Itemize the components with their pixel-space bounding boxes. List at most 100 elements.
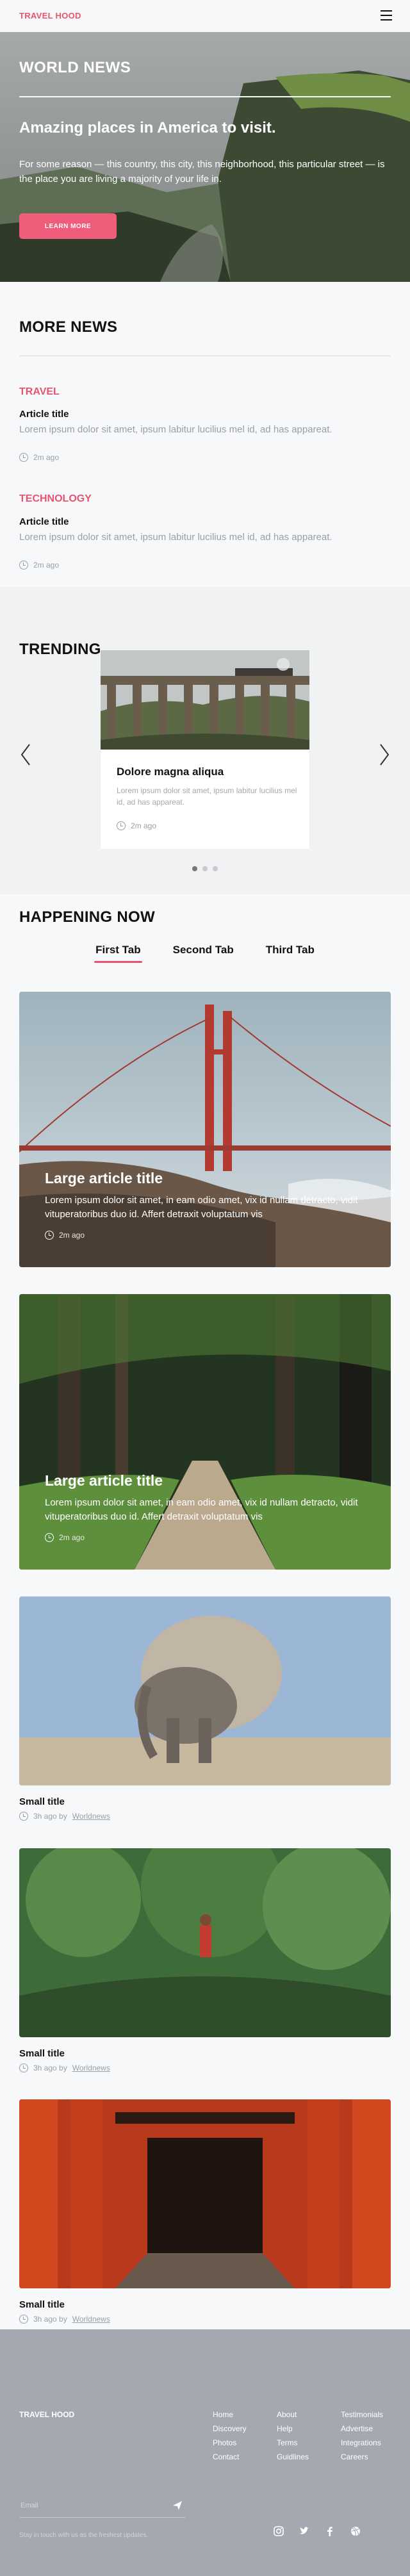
footer-link-home[interactable]: Home (213, 2408, 247, 2422)
small-article-meta: 3h ago by Worldnews (19, 2315, 110, 2324)
footer-link-help[interactable]: Help (277, 2422, 309, 2436)
golden-gate-bridge-image (19, 992, 391, 1267)
twitter-icon[interactable] (299, 2525, 310, 2537)
large-article-title: Large article title (45, 1472, 163, 1489)
forest-path-image (19, 1294, 391, 1570)
trending-card-title: Dolore magna aliqua (117, 766, 224, 778)
small-article-meta: 3h ago by Worldnews (19, 2063, 110, 2072)
learn-more-button[interactable]: LEARN MORE (19, 213, 117, 239)
footer-link-guidelines[interactable]: Guidlines (277, 2450, 309, 2464)
footer-column-1: Home Discovery Photos Contact (213, 2408, 247, 2464)
clock-icon (117, 821, 126, 830)
elephant-picture (19, 1596, 391, 1785)
tree-canopy-picture (19, 1848, 391, 2037)
footer-link-contact[interactable]: Contact (213, 2450, 247, 2464)
newsletter-note: Stay in touch with us as the freshest up… (19, 2532, 149, 2539)
large-article-card[interactable]: Large article title Lorem ipsum dolor si… (19, 1294, 391, 1570)
news-meta: 2m ago (19, 561, 59, 570)
clock-icon (19, 1812, 28, 1821)
author-link[interactable]: Worldnews (72, 1812, 110, 1821)
brand-logo[interactable]: TRAVEL HOOD (19, 11, 81, 21)
large-article-meta: 2m ago (45, 1231, 85, 1240)
news-time: 2m ago (33, 561, 60, 570)
clock-icon (19, 2063, 28, 2072)
instagram-icon[interactable] (273, 2525, 284, 2537)
trending-card-excerpt: Lorem ipsum dolor sit amet, ipsum labitu… (117, 786, 297, 807)
hero-section-title: WORLD NEWS (19, 59, 131, 76)
news-article-title[interactable]: Article title (19, 516, 69, 527)
small-article-title[interactable]: Small title (19, 2299, 65, 2310)
hero-divider (19, 96, 391, 97)
trending-card-meta: 2m ago (117, 821, 156, 830)
footer-link-photos[interactable]: Photos (213, 2436, 247, 2450)
author-link[interactable]: Worldnews (72, 2063, 110, 2072)
trending-card[interactable]: Dolore magna aliqua Lorem ipsum dolor si… (101, 650, 309, 849)
small-article-time: 3h ago by (33, 2315, 67, 2324)
news-category-travel[interactable]: TRAVEL (19, 386, 60, 398)
news-meta: 2m ago (19, 453, 59, 462)
footer-link-advertise[interactable]: Advertise (341, 2422, 383, 2436)
tab-second[interactable]: Second Tab (173, 944, 234, 963)
happening-now-title: HAPPENING NOW (19, 908, 155, 926)
news-article-title[interactable]: Article title (19, 409, 69, 420)
more-news-title: MORE NEWS (19, 318, 118, 336)
chevron-right-icon[interactable] (378, 742, 391, 767)
top-bar: TRAVEL HOOD (0, 0, 410, 32)
carousel-dots (0, 866, 410, 871)
trending-title: TRENDING (19, 641, 101, 658)
hero-headline: Amazing places in America to visit. (19, 119, 276, 136)
clock-icon (45, 1231, 54, 1240)
news-article-excerpt: Lorem ipsum dolor sit amet, ipsum labitu… (19, 532, 332, 543)
trending-card-time: 2m ago (131, 821, 157, 830)
footer-column-3: Testimonials Advertise Integrations Care… (341, 2408, 383, 2464)
tab-bar: First Tab Second Tab Third Tab (0, 944, 410, 963)
news-time: 2m ago (33, 453, 60, 462)
tab-third[interactable]: Third Tab (266, 944, 315, 963)
footer: TRAVEL HOOD Home Discovery Photos Contac… (0, 2329, 410, 2576)
author-link[interactable]: Worldnews (72, 2315, 110, 2324)
hero-description: For some reason — this country, this cit… (19, 159, 385, 185)
clock-icon (19, 2315, 28, 2324)
facebook-icon[interactable] (324, 2525, 336, 2537)
footer-link-careers[interactable]: Careers (341, 2450, 383, 2464)
large-article-time: 2m ago (59, 1231, 85, 1240)
send-icon[interactable] (172, 2500, 183, 2511)
large-article-title: Large article title (45, 1170, 163, 1186)
carousel-dot[interactable] (192, 866, 197, 871)
clock-icon (19, 561, 28, 570)
carousel-dot[interactable] (213, 866, 218, 871)
train-bridge-image (101, 650, 309, 750)
large-article-excerpt: Lorem ipsum dolor sit amet, in eam odio … (45, 1195, 358, 1220)
small-article-title[interactable]: Small title (19, 2048, 65, 2059)
small-article-title[interactable]: Small title (19, 1796, 65, 1807)
newsletter-form (19, 2496, 186, 2518)
footer-link-testimonials[interactable]: Testimonials (341, 2408, 383, 2422)
large-article-card[interactable]: Large article title Lorem ipsum dolor si… (19, 992, 391, 1267)
news-category-technology[interactable]: TECHNOLOGY (19, 493, 92, 505)
dribbble-icon[interactable] (350, 2525, 361, 2537)
small-article-meta: 3h ago by Worldnews (19, 1812, 110, 1821)
footer-link-terms[interactable]: Terms (277, 2436, 309, 2450)
news-article-excerpt: Lorem ipsum dolor sit amet, ipsum labitu… (19, 424, 332, 435)
large-article-meta: 2m ago (45, 1533, 85, 1542)
hamburger-menu-icon[interactable] (381, 10, 392, 21)
carousel-dot[interactable] (202, 866, 208, 871)
chevron-left-icon[interactable] (19, 742, 32, 767)
footer-link-integrations[interactable]: Integrations (341, 2436, 383, 2450)
footer-link-discovery[interactable]: Discovery (213, 2422, 247, 2436)
email-input[interactable] (19, 2496, 160, 2515)
tree-canopy-image[interactable] (19, 1848, 391, 2037)
small-article-time: 3h ago by (33, 2063, 67, 2072)
elephant-image[interactable] (19, 1596, 391, 1785)
clock-icon (45, 1533, 54, 1542)
torii-gates-image[interactable] (19, 2099, 391, 2288)
footer-link-about[interactable]: About (277, 2408, 309, 2422)
tab-first[interactable]: First Tab (94, 944, 142, 963)
clock-icon (19, 453, 28, 462)
large-article-time: 2m ago (59, 1533, 85, 1542)
hero-banner: WORLD NEWS Amazing places in America to … (0, 32, 410, 282)
footer-column-2: About Help Terms Guidlines (277, 2408, 309, 2464)
footer-brand[interactable]: TRAVEL HOOD (19, 2410, 74, 2419)
small-article-time: 3h ago by (33, 1812, 67, 1821)
large-article-excerpt: Lorem ipsum dolor sit amet, in eam odio … (45, 1497, 358, 1522)
